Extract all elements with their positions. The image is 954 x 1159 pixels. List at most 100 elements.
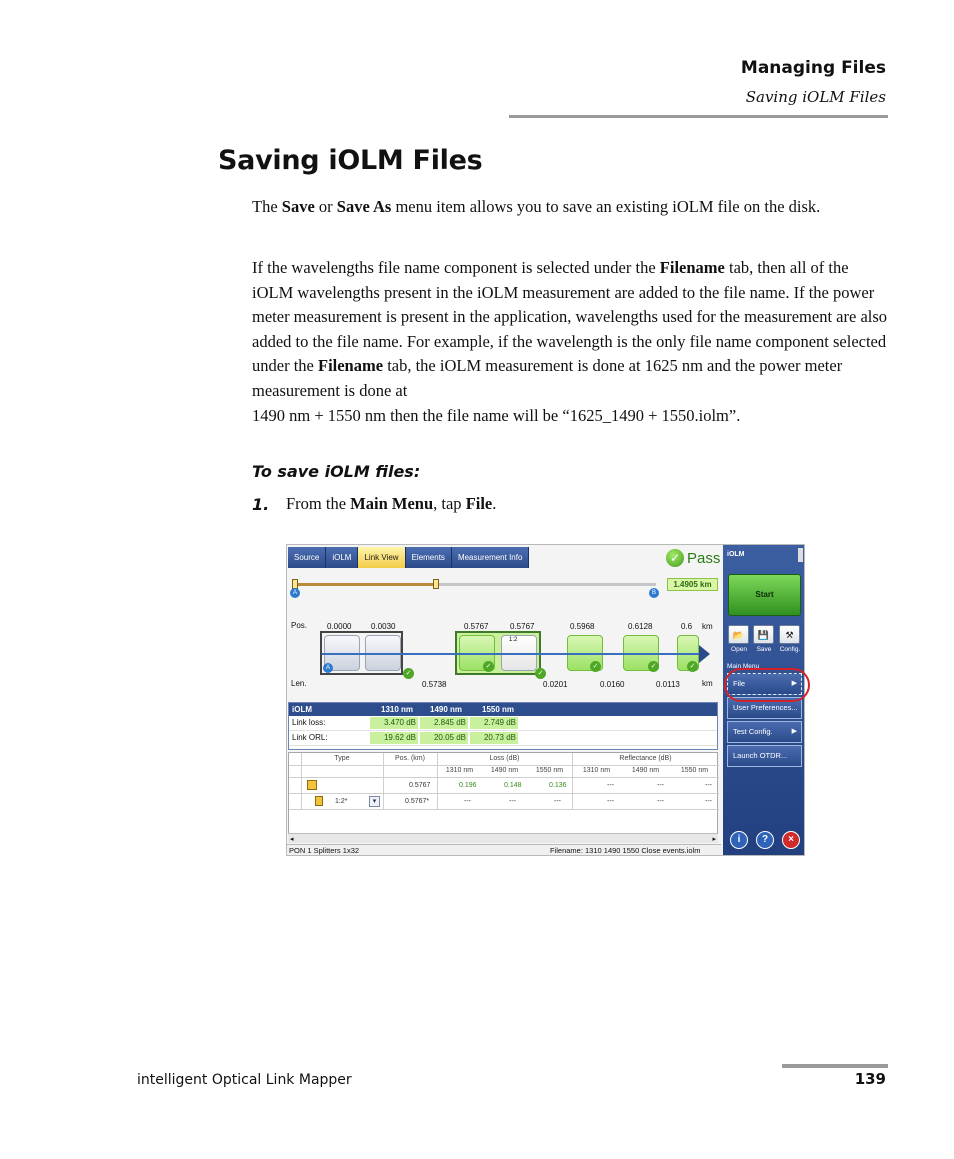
splitter-icon <box>315 796 323 806</box>
triangle-right-icon: ▶ <box>791 728 797 735</box>
km-unit: km <box>702 679 713 688</box>
help-icon[interactable]: ? <box>756 831 774 849</box>
loss-value: --- <box>509 798 516 805</box>
link-loss-1310: 3.470 dB <box>370 717 418 729</box>
fiber-link-line <box>322 653 699 655</box>
pass-check-icon: ✓ <box>483 661 494 672</box>
length-value: 0.0160 <box>600 680 625 689</box>
step-number: 1. <box>252 495 270 514</box>
close-icon[interactable]: × <box>782 831 800 849</box>
link-orl-1310: 19.62 dB <box>370 732 418 744</box>
position-value: 0.0000 <box>327 622 352 631</box>
divider <box>572 753 573 809</box>
start-button[interactable]: Start <box>728 574 801 616</box>
pass-check-icon: ✓ <box>590 661 601 672</box>
menu-item-test-config[interactable]: Test Config. ▶ <box>727 721 802 743</box>
splitter-type: 1:2* <box>335 798 348 805</box>
status-filename: Filename: 1310 1490 1550 Close events.io… <box>550 846 701 855</box>
page-number: 139 <box>854 1070 886 1088</box>
event-position: 0.5767* <box>405 798 430 805</box>
tab-elements[interactable]: Elements <box>405 547 452 568</box>
open-folder-icon[interactable]: 📂 <box>728 625 749 644</box>
marker-a-icon: A <box>323 663 333 673</box>
menu-label: Launch OTDR... <box>733 751 788 760</box>
save-label: Save <box>756 646 772 653</box>
horizontal-scrollbar[interactable]: ◂ ▸ <box>288 833 718 843</box>
app-title: iOLM <box>727 551 745 558</box>
reflectance-value: --- <box>705 798 712 805</box>
pass-label: Pass <box>687 549 721 567</box>
table-row: Link ORL: 19.62 dB 20.05 dB 20.73 dB <box>289 731 717 746</box>
km-unit: km <box>702 622 713 631</box>
reflectance-value: --- <box>607 798 614 805</box>
length-value: 0.5738 <box>422 680 447 689</box>
loss-value: 0.148 <box>504 782 522 789</box>
link-orl-1550: 20.73 dB <box>470 732 518 744</box>
connector-icon <box>307 780 317 790</box>
config-tools-icon[interactable]: ⚒ <box>779 625 800 644</box>
position-value: 0.0030 <box>371 622 396 631</box>
sub-header: 1310 nm <box>445 767 474 774</box>
position-value: 0.5767 <box>464 622 489 631</box>
splitter-ratio: 1:2 <box>509 637 518 643</box>
reflectance-value: --- <box>607 782 614 789</box>
pos-label: Pos. <box>291 621 308 630</box>
section-header: Saving iOLM Files <box>745 88 886 106</box>
paragraph-1: The Save or Save As menu item allows you… <box>252 197 821 216</box>
menu-item-launch-otdr[interactable]: Launch OTDR... <box>727 745 802 767</box>
divider <box>437 753 438 809</box>
column-header: 1310 nm <box>381 705 414 714</box>
reflectance-value: --- <box>657 782 664 789</box>
info-icon[interactable]: i <box>730 831 748 849</box>
sub-header: 1310 nm <box>582 767 611 774</box>
divider <box>289 793 719 794</box>
column-header: Loss (dB) <box>489 755 520 762</box>
checkmark-icon: ✓ <box>666 549 684 567</box>
tab-source[interactable]: Source <box>288 547 327 568</box>
chevron-right-icon[interactable]: ▸ <box>712 835 716 843</box>
column-header: Reflectance (dB) <box>619 755 672 762</box>
pass-check-icon: ✓ <box>687 661 698 672</box>
link-loss-1490: 2.845 dB <box>420 717 468 729</box>
tab-measurement-info[interactable]: Measurement Info <box>451 547 530 568</box>
pass-check-icon: ✓ <box>535 668 546 679</box>
paragraph-2: If the wavelengths file name component i… <box>252 258 888 425</box>
length-value: 0.0201 <box>543 680 568 689</box>
position-value: 0.5767 <box>510 622 535 631</box>
divider <box>289 777 719 778</box>
row-label: Link ORL: <box>292 733 328 742</box>
footer-title: intelligent Optical Link Mapper <box>137 1072 352 1088</box>
length-value: 0.0113 <box>656 680 680 689</box>
position-value: 0.6128 <box>628 622 653 631</box>
tab-iolm[interactable]: iOLM <box>326 547 359 568</box>
tab-link-view[interactable]: Link View <box>358 547 406 568</box>
divider <box>301 753 302 809</box>
pass-check-icon: ✓ <box>648 661 659 672</box>
row-label: Link loss: <box>292 718 326 727</box>
link-end-arrow-icon <box>699 645 710 663</box>
menu-label: User Preferences... <box>733 703 798 712</box>
link-loss-1550: 2.749 dB <box>470 717 518 729</box>
event-position: 0.5767 <box>409 782 431 789</box>
step-text: From the Main Menu, tap File. <box>286 494 497 513</box>
save-disk-icon[interactable]: 💾 <box>753 625 774 644</box>
sub-header: 1550 nm <box>535 767 564 774</box>
divider <box>289 765 719 766</box>
table-row: Link loss: 3.470 dB 2.845 dB 2.749 dB <box>289 716 717 731</box>
battery-icon <box>798 548 803 562</box>
status-left: PON 1 Splitters 1x32 <box>289 846 360 855</box>
event-table: Type Pos. (km) Loss (dB) Reflectance (dB… <box>288 752 719 840</box>
loss-value: 0.196 <box>459 782 477 789</box>
reflectance-value: --- <box>657 798 664 805</box>
table-title: iOLM <box>292 705 312 714</box>
procedure-title: To save iOLM files: <box>252 462 421 481</box>
chevron-left-icon[interactable]: ◂ <box>290 835 294 843</box>
sub-header: 1490 nm <box>631 767 660 774</box>
chevron-down-icon[interactable]: ▾ <box>369 796 380 807</box>
header-rule <box>509 115 888 118</box>
reflectance-value: --- <box>705 782 712 789</box>
cursor-handle[interactable] <box>433 579 439 589</box>
divider <box>383 753 384 809</box>
position-value: 0.6 <box>681 622 693 631</box>
config-label: Config. <box>779 646 801 653</box>
